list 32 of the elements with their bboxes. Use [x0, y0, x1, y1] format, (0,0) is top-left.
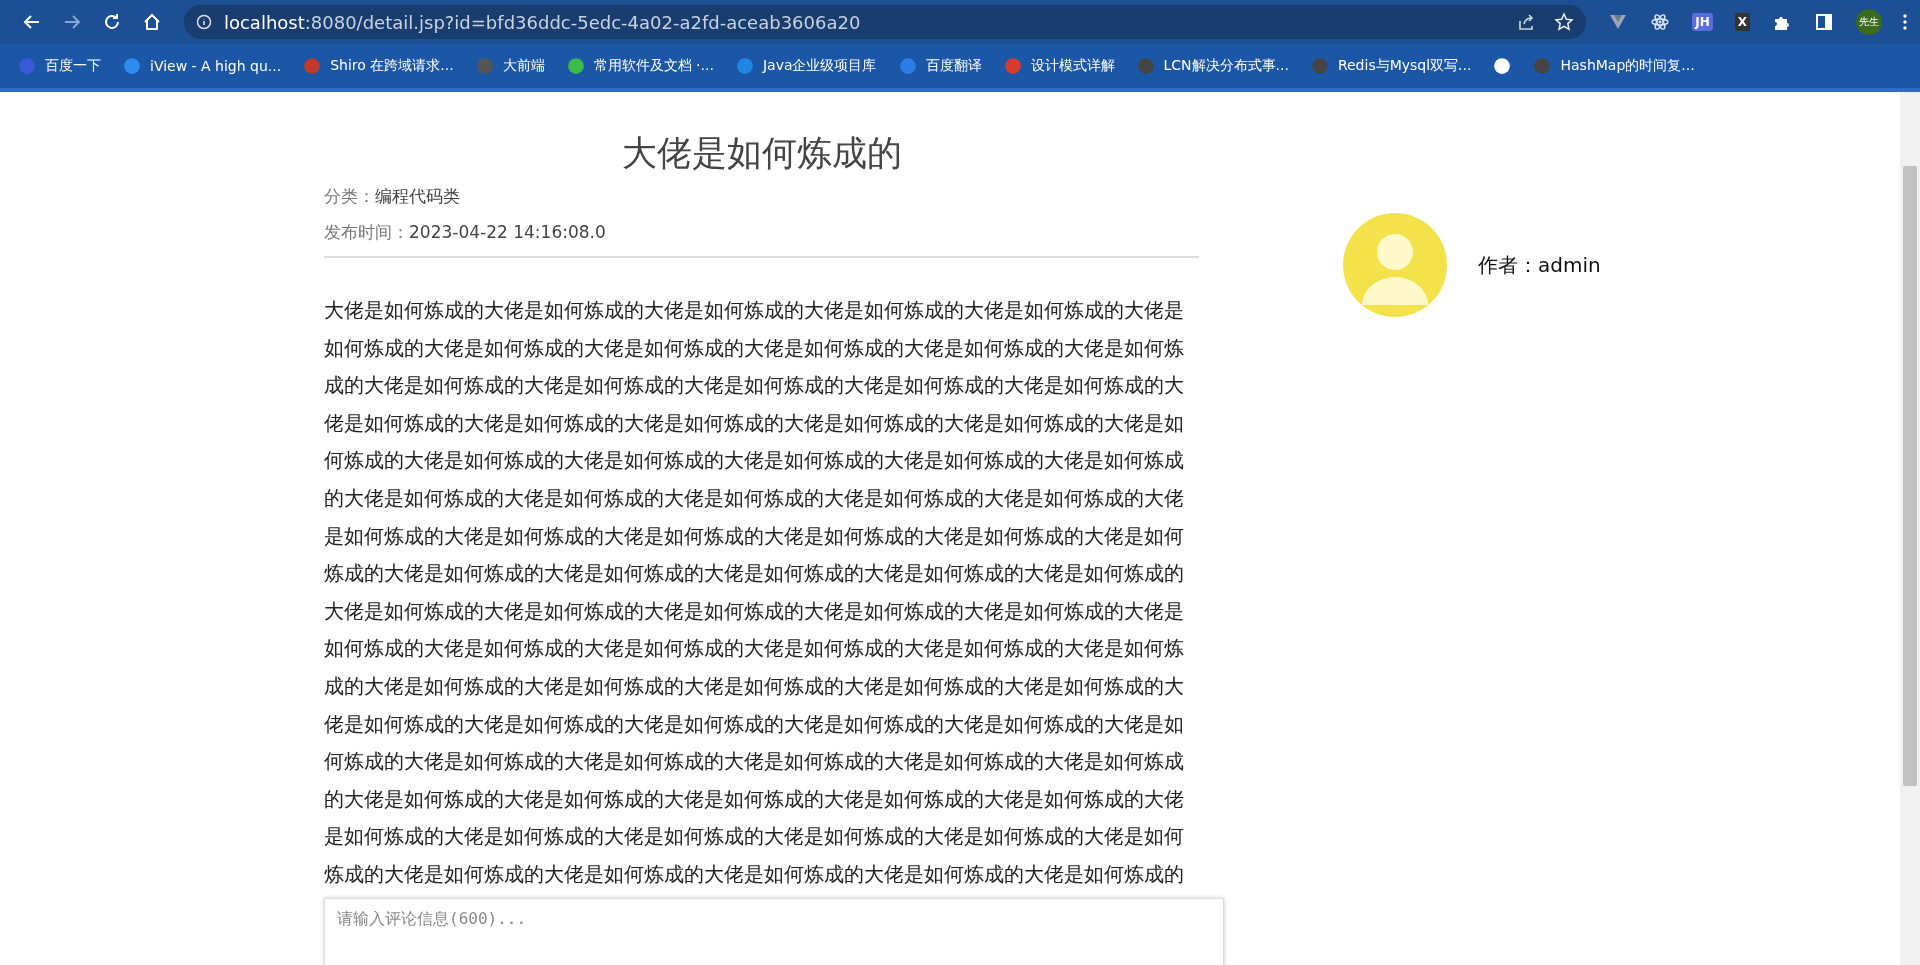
scrollbar-thumb[interactable] [1903, 166, 1917, 786]
bookmark[interactable]: 设计模式详解 [1003, 57, 1115, 75]
comment-field[interactable]: 请输入评论信息(600)... [324, 897, 1224, 965]
atom-icon[interactable] [1650, 12, 1671, 32]
category-value: 编程代码类 [375, 186, 460, 206]
bookmark[interactable]: 常用软件及文档 ·... [566, 57, 714, 75]
time-label: 发布时间： [324, 222, 409, 242]
bookmark[interactable]: Java企业级项目库 [735, 57, 877, 75]
extension-button[interactable]: JH [1692, 13, 1713, 31]
publish-time: 2023-04-22 14:16:08.0 [409, 222, 606, 242]
author-text: 作者：admin [1478, 251, 1601, 279]
article-body: 大佬是如何炼成的大佬是如何炼成的大佬是如何炼成的大佬是如何炼成的大佬是如何炼成的大佬是如何炼成的大佬是如何炼成的大佬是如何炼成的大佬是如何炼成的大佬是如何炼成的大佬是如何炼成的大佬是如何炼成的大佬是如何炼成的大佬是如何炼成的大佬是如何炼成的大佬是如何炼成的大佬是如何炼成的大佬是如何炼成的大佬是如何炼成的大佬是如何炼成的大佬是如何炼成的大佬是如何炼成的大佬是如何炼成的大佬是如何炼成的大佬是如何炼成的大佬是如何炼成的大佬是如何炼成的大佬是如何炼成的大佬是如何炼成的大佬是如何炼成的大佬是如何炼成的大佬是如何炼成的大佬是如何炼成的大佬是如何炼成的大佬是如何炼成的大佬是如何炼成的大佬是如何炼成的大佬是如何炼成的大佬是如何炼成的大佬是如何炼成的大佬是如何炼成的大佬是如何炼成的大佬是如何炼成的大佬是如何炼成的大佬是如何炼成的大佬是如何炼成的大佬是如何炼成的大佬是如何炼成的大佬是如何炼成的大佬是如何炼成的大佬是如何炼成的大佬是如何炼成的大佬是如何炼成的大佬是如何炼成的大佬是如何炼成的大佬是如何炼成的大佬是如何炼成的大佬是如何炼成的大佬是如何炼成的大佬是如何炼成的大佬是如何炼成的大佬是如何炼成的大佬是如何炼成的大佬是如何炼成的大佬是如何炼成的大佬是如何炼成的大佬是如何炼成的大佬是如何炼成的大佬是如何炼成的大佬是如何炼成的大佬是如何炼成的大佬是如何炼成的大佬是如何炼成的大佬是如何炼成的大佬是如何炼成的大佬是如何炼成的大佬是如何炼成的大佬是如何炼成的大佬是如何炼成的大佬是如何炼成的大佬是如何炼成的大佬是如何炼成的大佬是如何炼成的大佬是如何炼成的大佬是如何炼成的大佬是如何炼成的 [324, 297, 1184, 888]
address-bar[interactable]: localhost:8080/detail.jsp?id=bfd36ddc-5edc-4a02-a2fd-aceab3606a20 [183, 5, 1587, 39]
bookmark[interactable]: 百度一下 [18, 57, 101, 75]
bookmark[interactable]: LCN解决分布式事... [1136, 57, 1289, 75]
star-icon[interactable] [1554, 12, 1575, 32]
bookmark[interactable]: 大前端 [475, 57, 545, 75]
url-text: localhost:8080/detail.jsp?id=bfd36ddc-5edc-4a02-a2fd-aceab3606a20 [223, 11, 862, 33]
extension-button[interactable]: X [1734, 13, 1751, 31]
info-icon[interactable] [195, 14, 212, 30]
bookmark[interactable]: HashMap的时间复... [1533, 57, 1695, 75]
bookmark[interactable]: iView - A high qu... [123, 57, 282, 75]
profile-avatar[interactable]: 先生 [1856, 9, 1883, 35]
sidebar-icon[interactable] [1814, 12, 1835, 32]
category-label: 分类： [324, 186, 375, 206]
avatar-icon [1340, 210, 1450, 320]
bookmark[interactable]: 百度翻译 [898, 57, 982, 75]
bookmark[interactable]: Shiro 在跨域请求... [303, 57, 454, 75]
article-title: 大佬是如何炼成的 [620, 132, 903, 175]
scrollbar[interactable] [1900, 92, 1920, 965]
more-icon[interactable] [1902, 12, 1909, 32]
bookmark[interactable]: Redis与Mysql双写... [1310, 57, 1472, 75]
